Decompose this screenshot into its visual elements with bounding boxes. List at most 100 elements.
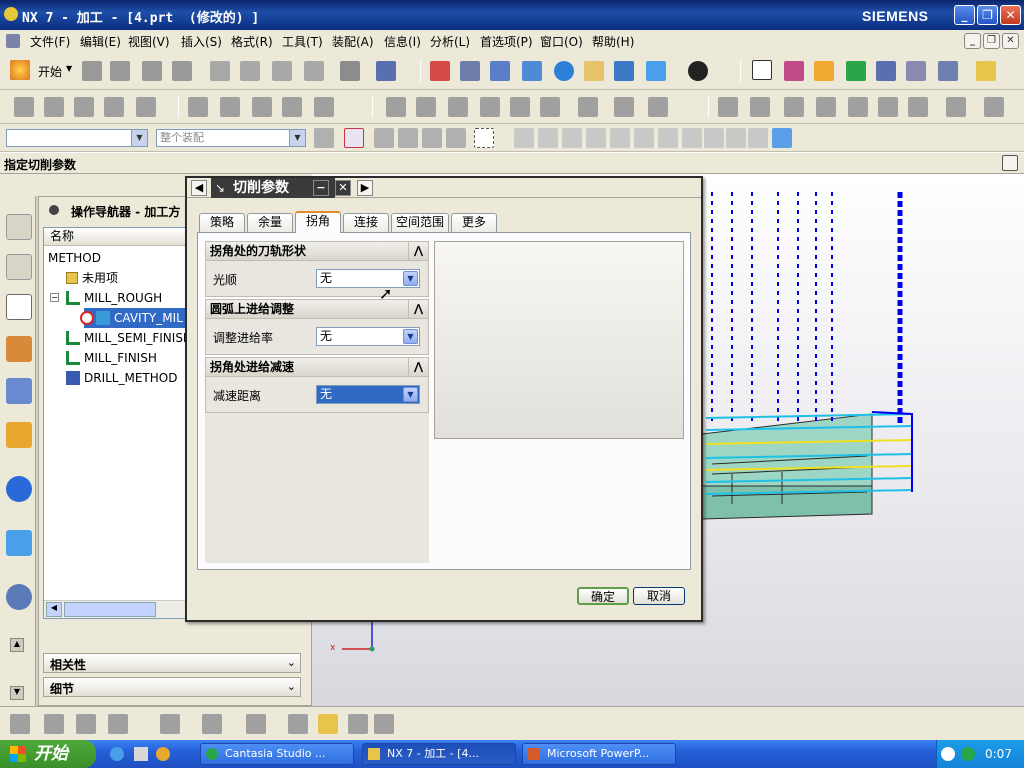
web-browser-icon[interactable] xyxy=(6,530,32,556)
tab-more[interactable]: 更多 xyxy=(451,213,497,232)
zoom-fit-icon[interactable] xyxy=(490,61,510,81)
display-icon[interactable] xyxy=(750,97,770,117)
zoom-window-icon[interactable] xyxy=(460,61,480,81)
operation-navigator-icon[interactable] xyxy=(6,294,32,320)
constraint-navigator-icon[interactable] xyxy=(6,254,32,280)
cut-icon[interactable] xyxy=(210,61,230,81)
section-corner-slowdown[interactable]: 拐角处进给减速 ⋀ xyxy=(205,357,429,377)
orient-view-icon[interactable] xyxy=(646,61,666,81)
center-icon[interactable] xyxy=(634,128,654,148)
tree-item-mill-rough[interactable]: − MILL_ROUGH xyxy=(50,288,162,308)
plus-point-icon[interactable] xyxy=(682,128,702,148)
wire-icon[interactable] xyxy=(718,97,738,117)
op-tool-icon[interactable] xyxy=(578,97,598,117)
menu-assemblies[interactable]: 装配(A) xyxy=(332,33,374,50)
op-doc-icon[interactable] xyxy=(648,97,668,117)
dialog-forward-icon[interactable]: ▶ xyxy=(357,180,373,196)
resource-scroll-down-icon[interactable]: ▼ xyxy=(10,686,24,700)
select-face-icon[interactable] xyxy=(422,128,442,148)
desktop-icon[interactable] xyxy=(134,747,148,761)
generate-toolpath-icon[interactable] xyxy=(784,61,804,81)
tree-item-unused[interactable]: 未用项 xyxy=(66,268,118,288)
midpoint-icon[interactable] xyxy=(610,128,630,148)
point-icon[interactable] xyxy=(816,97,836,117)
tree-item-method[interactable]: METHOD xyxy=(48,248,101,268)
arrow-icon[interactable] xyxy=(538,128,558,148)
menu-tools[interactable]: 工具(T) xyxy=(282,33,323,50)
doc-close-button[interactable]: ✕ xyxy=(1002,33,1019,49)
tray-arrow-icon[interactable] xyxy=(941,747,955,761)
create-tool-icon[interactable] xyxy=(44,97,64,117)
create-operation-icon[interactable] xyxy=(136,97,156,117)
menu-information[interactable]: 信息(I) xyxy=(384,33,421,50)
menu-edit[interactable]: 编辑(E) xyxy=(80,33,121,50)
op-verify-icon[interactable] xyxy=(480,97,500,117)
tab-strategy[interactable]: 策略 xyxy=(199,213,245,232)
rotate-icon[interactable] xyxy=(554,61,574,81)
hide-icon[interactable] xyxy=(878,97,898,117)
existing-point-icon[interactable] xyxy=(748,128,768,148)
fit-icon[interactable] xyxy=(430,61,450,81)
start-icon[interactable] xyxy=(10,60,30,80)
maximize-graphics-icon[interactable] xyxy=(1002,155,1018,171)
task-nx7[interactable]: NX 7 - 加工 - [4... xyxy=(362,743,516,765)
tree-item-mill-semi-finish[interactable]: MILL_SEMI_FINISH xyxy=(66,328,192,348)
sketch-icon[interactable] xyxy=(108,714,128,734)
info-icon[interactable] xyxy=(376,61,396,81)
verify-icon[interactable] xyxy=(846,61,866,81)
zoom-icon[interactable] xyxy=(522,61,542,81)
tree-item-cavity-mill[interactable]: CAVITY_MIL xyxy=(80,308,187,328)
box-icon[interactable] xyxy=(946,97,966,117)
copy-object-icon[interactable] xyxy=(252,97,272,117)
pin-icon[interactable] xyxy=(49,205,59,215)
dialog-minimize-icon[interactable]: − xyxy=(313,180,329,196)
history-icon[interactable] xyxy=(6,378,32,404)
menu-insert[interactable]: 插入(S) xyxy=(181,33,222,50)
collapse-up-icon[interactable]: ⋀ xyxy=(408,358,428,376)
part-nav-icon[interactable] xyxy=(10,714,30,734)
layer-icon[interactable] xyxy=(784,97,804,117)
print-icon[interactable] xyxy=(172,61,192,81)
select-adjust-feed[interactable]: 无 ▼ xyxy=(316,327,420,346)
op-replay-icon[interactable] xyxy=(416,97,436,117)
doc-minimize-button[interactable]: _ xyxy=(964,33,981,49)
paste-object-icon[interactable] xyxy=(282,97,302,117)
select-slowdown-distance[interactable]: 无 ▼ xyxy=(316,385,420,404)
face-icon[interactable] xyxy=(726,128,746,148)
edit-object-icon[interactable] xyxy=(188,97,208,117)
copy-icon[interactable] xyxy=(240,61,260,81)
minimize-button[interactable]: _ xyxy=(954,5,975,25)
close-button[interactable]: ✕ xyxy=(1000,5,1021,25)
assembly-scope-combo[interactable]: 整个装配 ▼ xyxy=(156,129,306,147)
show-icon[interactable] xyxy=(908,97,928,117)
tab-containment[interactable]: 空间范围 xyxy=(391,213,449,232)
output-cls-icon[interactable] xyxy=(938,61,958,81)
paste-icon[interactable] xyxy=(272,61,292,81)
cancel-button[interactable]: 取消 xyxy=(633,587,685,605)
chevron-down-icon[interactable]: ▼ xyxy=(403,271,418,286)
section-corner-shape[interactable]: 拐角处的刀轨形状 ⋀ xyxy=(205,241,429,261)
panel-details[interactable]: 细节 ⌄ xyxy=(43,677,301,697)
scroll-left-icon[interactable]: ◀ xyxy=(46,602,62,617)
open-icon[interactable] xyxy=(110,61,130,81)
ie-icon[interactable] xyxy=(110,747,124,761)
rectangle-select-icon[interactable] xyxy=(474,128,494,148)
media-player-icon[interactable] xyxy=(156,747,170,761)
sync-icon[interactable] xyxy=(160,714,180,734)
snap-icon[interactable] xyxy=(374,128,394,148)
create-geometry-icon[interactable] xyxy=(74,97,94,117)
body-icon[interactable] xyxy=(76,714,96,734)
op-feeds-icon[interactable] xyxy=(614,97,634,117)
resource-scroll-up-icon[interactable]: ▲ xyxy=(10,638,24,652)
task-camtasia[interactable]: Cantasia Studio ... xyxy=(200,743,354,765)
cut-object-icon[interactable] xyxy=(220,97,240,117)
weld-icon[interactable] xyxy=(288,714,308,734)
menu-help[interactable]: 帮助(H) xyxy=(592,33,634,50)
undo-icon[interactable] xyxy=(340,61,360,81)
menu-file[interactable]: 文件(F) xyxy=(30,33,70,50)
postprocess-icon[interactable] xyxy=(876,61,896,81)
op-list-icon[interactable] xyxy=(448,97,468,117)
render-style-icon[interactable] xyxy=(688,61,708,81)
op-generate-icon[interactable] xyxy=(386,97,406,117)
box-bottom-icon[interactable] xyxy=(374,714,394,734)
